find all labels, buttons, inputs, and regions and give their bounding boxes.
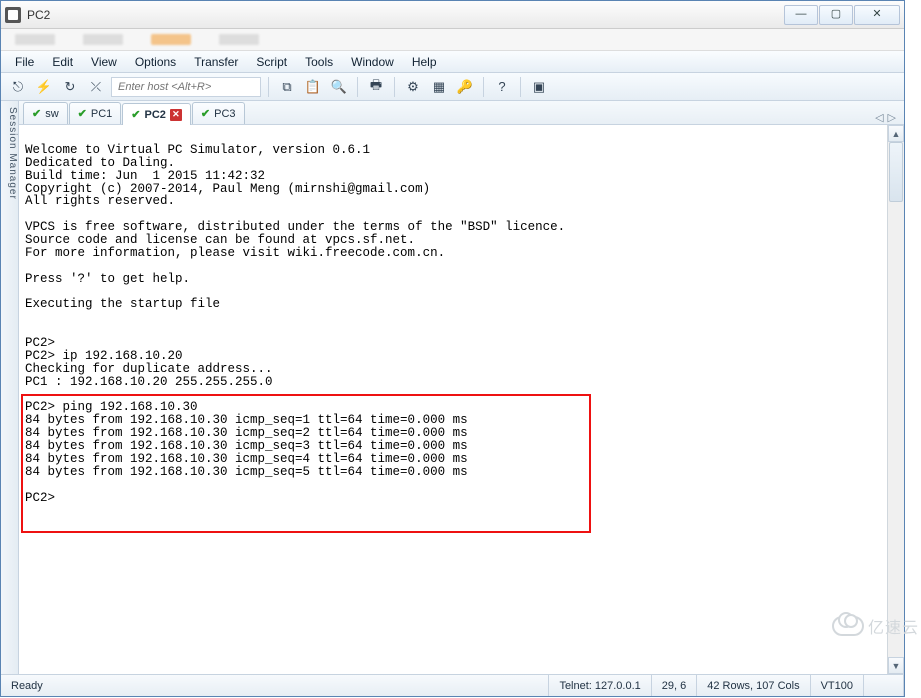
separator [357, 77, 358, 97]
ping-highlight-box [21, 394, 591, 533]
scroll-thumb[interactable] [889, 142, 903, 202]
vertical-scrollbar[interactable]: ▲ ▼ [887, 125, 904, 674]
connected-icon: ✔ [78, 107, 87, 120]
connected-icon: ✔ [131, 108, 140, 121]
status-size: 42 Rows, 107 Cols [697, 675, 810, 696]
menu-help[interactable]: Help [404, 53, 445, 71]
tab-pc1[interactable]: ✔ PC1 [69, 102, 122, 124]
obscured-label [15, 34, 55, 45]
find-icon[interactable]: 🔍 [328, 76, 350, 98]
separator [520, 77, 521, 97]
scroll-down-icon[interactable]: ▼ [888, 657, 904, 674]
menu-window[interactable]: Window [343, 53, 402, 71]
minimize-button[interactable]: — [784, 5, 818, 25]
close-tab-icon[interactable]: ✕ [170, 109, 182, 121]
key-icon[interactable]: 🔑 [454, 76, 476, 98]
paste-icon[interactable]: 📋 [302, 76, 324, 98]
tab-label: PC1 [91, 108, 112, 120]
tab-pc2[interactable]: ✔ PC2 ✕ [122, 103, 191, 125]
menu-view[interactable]: View [83, 53, 125, 71]
separator [268, 77, 269, 97]
title-bar: PC2 — ▢ ✕ [1, 1, 904, 29]
maximize-button[interactable]: ▢ [819, 5, 853, 25]
connected-icon: ✔ [32, 107, 41, 120]
cloud-icon [832, 616, 864, 636]
copy-icon[interactable]: ⧉ [276, 76, 298, 98]
watermark-text: 亿速云 [868, 614, 919, 638]
disconnect-icon[interactable]: ⤫ [85, 76, 107, 98]
separator [394, 77, 395, 97]
menu-edit[interactable]: Edit [44, 53, 81, 71]
terminal-wrap: Welcome to Virtual PC Simulator, version… [19, 125, 904, 674]
menu-transfer[interactable]: Transfer [186, 53, 246, 71]
obscured-label [151, 34, 191, 45]
main-column: ✔ sw ✔ PC1 ✔ PC2 ✕ ✔ PC3 ◁ ▷ Welcome to Virtu… [19, 101, 904, 674]
terminal-icon[interactable]: ▣ [528, 76, 550, 98]
separator [483, 77, 484, 97]
reconnect-icon[interactable]: ↻ [59, 76, 81, 98]
tab-scroll: ◁ ▷ [875, 111, 900, 124]
menu-options[interactable]: Options [127, 53, 184, 71]
app-icon [5, 7, 21, 23]
print-icon[interactable]: 🖶 [365, 76, 387, 98]
tool-bar: ⎋ ⚡ ↻ ⤫ ⧉ 📋 🔍 🖶 ⚙ ▦ 🔑 ? ▣ [1, 73, 904, 101]
obscured-label [219, 34, 259, 45]
tab-label: sw [45, 108, 58, 120]
tab-pc3[interactable]: ✔ PC3 [192, 102, 245, 124]
window-controls: — ▢ ✕ [784, 5, 900, 25]
tab-scroll-left-icon[interactable]: ◁ [875, 111, 883, 124]
tab-label: PC2 [145, 109, 166, 121]
status-cursor: 29, 6 [652, 675, 697, 696]
window-title: PC2 [27, 8, 784, 22]
session-manager-rail[interactable]: Session Manager [1, 101, 19, 674]
status-spacer [864, 675, 904, 696]
host-input[interactable] [111, 77, 261, 97]
connected-icon: ✔ [201, 107, 210, 120]
menu-file[interactable]: File [7, 53, 42, 71]
status-bar: Ready Telnet: 127.0.0.1 29, 6 42 Rows, 1… [1, 674, 904, 696]
session-options-icon[interactable]: ▦ [428, 76, 450, 98]
status-emulation: VT100 [811, 675, 864, 696]
quick-connect-icon[interactable]: ⚡ [33, 76, 55, 98]
tab-label: PC3 [214, 108, 235, 120]
status-ready: Ready [1, 675, 549, 696]
header-obscured-row [1, 29, 904, 51]
body: Session Manager ✔ sw ✔ PC1 ✔ PC2 ✕ ✔ PC3 ◁ ▷ … [1, 101, 904, 674]
close-button[interactable]: ✕ [854, 5, 900, 25]
tab-sw[interactable]: ✔ sw [23, 102, 68, 124]
obscured-label [83, 34, 123, 45]
menu-tools[interactable]: Tools [297, 53, 341, 71]
tab-bar: ✔ sw ✔ PC1 ✔ PC2 ✕ ✔ PC3 ◁ ▷ [19, 101, 904, 125]
app-window: PC2 — ▢ ✕ File Edit View Options Transfe… [0, 0, 905, 697]
settings-icon[interactable]: ⚙ [402, 76, 424, 98]
help-icon[interactable]: ? [491, 76, 513, 98]
menu-script[interactable]: Script [248, 53, 295, 71]
menu-bar: File Edit View Options Transfer Script T… [1, 51, 904, 73]
connect-icon[interactable]: ⎋ [7, 76, 29, 98]
status-connection: Telnet: 127.0.0.1 [549, 675, 651, 696]
scroll-up-icon[interactable]: ▲ [888, 125, 904, 142]
tab-scroll-right-icon[interactable]: ▷ [888, 111, 896, 124]
watermark: 亿速云 [832, 614, 919, 638]
terminal-output[interactable]: Welcome to Virtual PC Simulator, version… [19, 125, 887, 674]
